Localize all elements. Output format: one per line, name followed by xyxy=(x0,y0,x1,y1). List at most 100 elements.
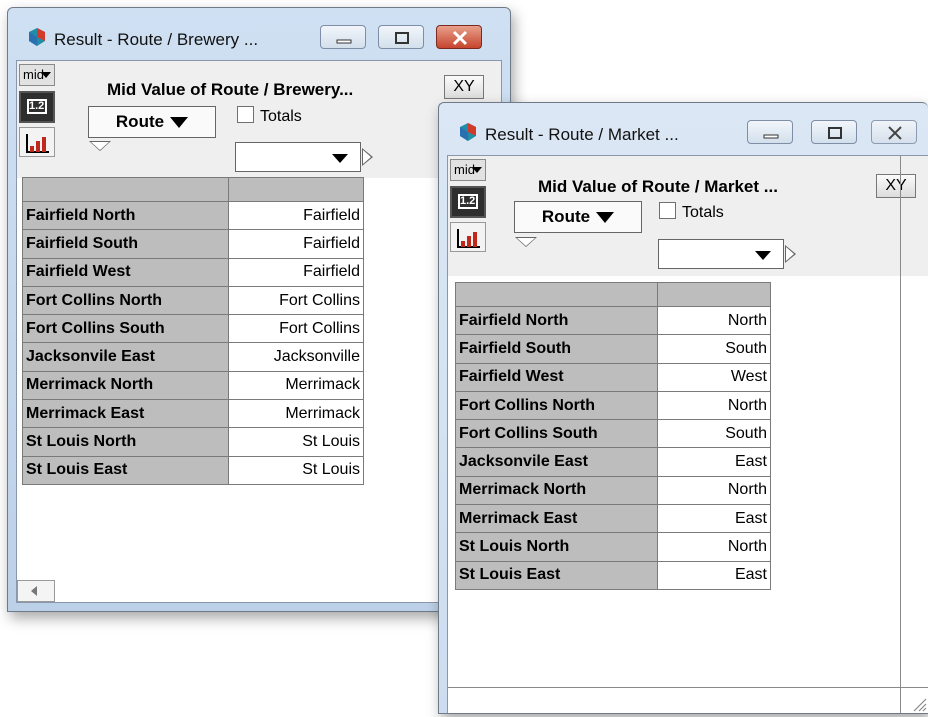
totals-label: Totals xyxy=(682,204,724,221)
chevron-left-icon xyxy=(31,586,37,596)
route-cell: Fairfield North xyxy=(21,200,230,231)
route-cell: Merrimack East xyxy=(21,399,230,429)
chevron-down-icon xyxy=(41,72,51,78)
table-view-button[interactable]: 1.2 xyxy=(450,186,486,218)
graph-view-button[interactable] xyxy=(450,222,486,252)
title-bar[interactable]: Result - Route / Brewery ... xyxy=(8,8,510,52)
table-view-label: 1.2 xyxy=(460,195,476,207)
route-label: Route xyxy=(115,112,165,131)
route-cell: St Louis East xyxy=(455,560,658,590)
value-cell[interactable]: South xyxy=(656,334,772,364)
value-cell[interactable]: Jacksonville xyxy=(228,342,364,372)
result-toolbar: mid 1.2 Mid Value of Route / Market ... … xyxy=(448,156,928,276)
result-window-market[interactable]: Result - Route / Market ... mid 1.2 Mid … xyxy=(438,102,928,714)
slice-dropdown[interactable] xyxy=(658,239,784,269)
table-row: Merrimack East Merrimack xyxy=(21,399,364,429)
minimize-button[interactable] xyxy=(320,25,366,49)
route-index-dropdown[interactable]: Route xyxy=(88,106,216,138)
minimize-icon xyxy=(336,39,352,44)
value-cell[interactable]: Fairfield xyxy=(228,200,364,231)
scroll-left-button[interactable] xyxy=(17,580,55,602)
value-cell[interactable]: Fairfield xyxy=(228,229,364,259)
route-cell: Merrimack East xyxy=(455,504,658,534)
route-cell: St Louis East xyxy=(21,455,230,485)
app-icon xyxy=(29,28,45,46)
result-window-brewery[interactable]: Result - Route / Brewery ... mid 1.2 Mid… xyxy=(7,7,511,612)
table-row: Fairfield South Fairfield xyxy=(21,229,364,259)
mid-dropdown[interactable]: mid xyxy=(19,64,55,86)
value-cell[interactable]: Merrimack xyxy=(228,370,364,401)
value-cell[interactable]: North xyxy=(656,532,772,562)
next-slice-icon[interactable] xyxy=(785,245,796,263)
route-cell: Merrimack North xyxy=(21,370,230,401)
route-cell: Jacksonvile East xyxy=(455,447,658,477)
value-cell[interactable]: Fort Collins xyxy=(228,285,364,316)
graph-view-icon xyxy=(26,134,49,153)
table-row: St Louis East East xyxy=(455,560,772,590)
pivot-triangle-icon[interactable] xyxy=(89,141,111,151)
next-slice-icon[interactable] xyxy=(362,148,373,166)
table-row: Merrimack North Merrimack xyxy=(21,370,364,401)
result-title: Mid Value of Route / Brewery... xyxy=(107,80,354,99)
table-view-button[interactable]: 1.2 xyxy=(19,91,55,123)
value-cell[interactable]: East xyxy=(656,560,772,590)
close-button[interactable] xyxy=(436,25,482,49)
result-title: Mid Value of Route / Market ... xyxy=(538,177,778,196)
result-table: Fairfield North Fairfield Fairfield South F… xyxy=(21,177,364,485)
maximize-icon xyxy=(828,127,842,139)
table-row: Fort Collins South South xyxy=(455,419,772,449)
maximize-button[interactable] xyxy=(378,25,424,49)
window-client: mid 1.2 Mid Value of Route / Brewery... … xyxy=(16,60,502,603)
value-cell[interactable]: St Louis xyxy=(228,427,364,457)
checkbox-box[interactable] xyxy=(237,106,254,123)
table-row: Jacksonvile East Jacksonville xyxy=(21,342,364,372)
value-cell[interactable]: North xyxy=(656,390,772,421)
close-button[interactable] xyxy=(871,120,917,144)
table-row: Fairfield North North xyxy=(455,305,772,336)
value-cell[interactable]: Fort Collins xyxy=(228,314,364,344)
xy-button[interactable]: XY xyxy=(444,75,484,99)
route-cell: St Louis North xyxy=(21,427,230,457)
table-row: Fairfield West Fairfield xyxy=(21,257,364,287)
header-cell xyxy=(21,177,230,202)
totals-label: Totals xyxy=(260,108,302,125)
value-cell[interactable]: South xyxy=(656,419,772,449)
route-cell: Merrimack North xyxy=(455,475,658,506)
close-icon xyxy=(888,126,902,140)
table-row: Fort Collins North North xyxy=(455,390,772,421)
mid-dropdown[interactable]: mid xyxy=(450,159,486,181)
graph-view-button[interactable] xyxy=(19,127,55,157)
checkbox-box[interactable] xyxy=(659,202,676,219)
value-cell[interactable]: North xyxy=(656,475,772,506)
pivot-triangle-icon[interactable] xyxy=(515,237,537,247)
title-bar[interactable]: Result - Route / Market ... xyxy=(439,103,928,147)
value-cell[interactable]: North xyxy=(656,305,772,336)
header-cell xyxy=(228,177,364,202)
route-cell: Jacksonvile East xyxy=(21,342,230,372)
totals-checkbox[interactable]: Totals xyxy=(659,202,724,222)
graph-view-icon xyxy=(457,229,480,248)
value-cell[interactable]: Fairfield xyxy=(228,257,364,287)
header-cell xyxy=(656,282,772,307)
maximize-button[interactable] xyxy=(811,120,857,144)
table-row: Fairfield South South xyxy=(455,334,772,364)
minimize-icon xyxy=(763,134,779,139)
totals-checkbox[interactable]: Totals xyxy=(237,106,302,126)
value-cell[interactable]: St Louis xyxy=(228,455,364,485)
minimize-button[interactable] xyxy=(747,120,793,144)
chevron-down-icon xyxy=(170,117,189,129)
result-toolbar: mid 1.2 Mid Value of Route / Brewery... … xyxy=(17,61,501,178)
value-cell[interactable]: East xyxy=(656,504,772,534)
route-index-dropdown[interactable]: Route xyxy=(514,201,642,233)
xy-button[interactable]: XY xyxy=(876,174,916,198)
value-cell[interactable]: Merrimack xyxy=(228,399,364,429)
table-row: St Louis North North xyxy=(455,532,772,562)
slice-dropdown[interactable] xyxy=(235,142,361,172)
route-label: Route xyxy=(541,207,591,226)
table-row: Merrimack North North xyxy=(455,475,772,506)
table-view-label: 1.2 xyxy=(29,100,45,112)
table-header-row xyxy=(455,282,772,307)
value-cell[interactable]: East xyxy=(656,447,772,477)
value-cell[interactable]: West xyxy=(656,362,772,392)
resize-grip-icon[interactable] xyxy=(911,696,927,712)
